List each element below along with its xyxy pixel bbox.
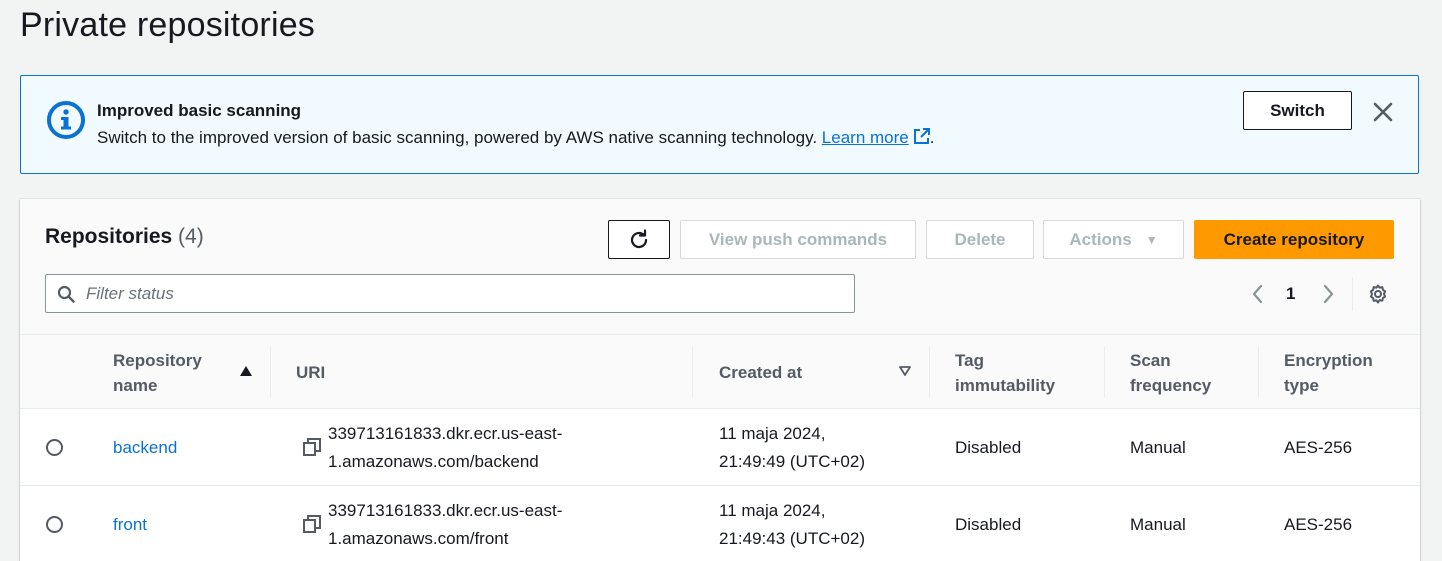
- header-line: Scan: [1130, 350, 1171, 370]
- repository-link[interactable]: backend: [113, 434, 177, 462]
- column-header-encryption-type: Encryption type: [1284, 335, 1404, 410]
- gear-icon: [1369, 284, 1387, 304]
- table-row[interactable]: backend 339713161833.dkr.ecr.us-east- 1.…: [20, 409, 1420, 486]
- header-line: Encryption: [1284, 350, 1373, 370]
- column-divider: [929, 347, 930, 397]
- chevron-left-icon: [1252, 284, 1263, 304]
- created-at-text: 11 maja 2024, 21:49:49 (UTC+02): [719, 420, 865, 476]
- page-number[interactable]: 1: [1286, 282, 1295, 306]
- created-line: 21:49:49 (UTC+02): [719, 451, 865, 471]
- panel-header: Repositories (4) View push commands Dele…: [20, 199, 1420, 334]
- banner-trailing: .: [929, 128, 935, 147]
- column-header-created-at[interactable]: Created at: [719, 335, 879, 410]
- encryption-type-cell: AES-256: [1284, 514, 1353, 534]
- column-header-repository-name[interactable]: Repository name: [113, 335, 253, 410]
- page: Private repositories Improved basic scan…: [0, 0, 1442, 561]
- repository-name-cell: backend: [113, 409, 177, 486]
- info-banner: Improved basic scanning Switch to the im…: [20, 75, 1419, 174]
- header-label: Created at: [719, 363, 803, 382]
- actions-label: Actions: [1069, 229, 1132, 249]
- column-divider: [692, 347, 693, 397]
- column-header-uri: URI: [296, 335, 396, 410]
- uri-text: 339713161833.dkr.ecr.us-east- 1.amazonaw…: [328, 497, 562, 553]
- refresh-button[interactable]: [608, 220, 670, 259]
- close-icon[interactable]: [1371, 100, 1395, 124]
- tag-immutability-cell: Disabled: [955, 514, 1022, 534]
- table-row[interactable]: front 339713161833.dkr.ecr.us-east- 1.am…: [20, 486, 1420, 561]
- created-line: 11 maja 2024,: [719, 500, 826, 520]
- header-label: Encryption type: [1284, 348, 1373, 398]
- pagination-divider: [1352, 277, 1353, 311]
- repository-link[interactable]: front: [113, 511, 147, 539]
- row-select-radio[interactable]: [46, 516, 63, 533]
- learn-more-label: Learn more: [821, 128, 909, 147]
- preferences-button[interactable]: [1367, 282, 1389, 306]
- banner-title: Improved basic scanning: [97, 101, 302, 120]
- encryption-type-cell: AES-256: [1284, 437, 1353, 457]
- copy-icon[interactable]: [303, 438, 321, 456]
- uri-line: 1.amazonaws.com/front: [328, 528, 509, 548]
- header-line: immutability: [955, 375, 1056, 395]
- refresh-icon: [630, 228, 648, 248]
- column-divider: [1258, 347, 1259, 397]
- header-label: Scan frequency: [1130, 348, 1211, 398]
- view-push-commands-button[interactable]: View push commands: [680, 220, 916, 259]
- created-line: 21:49:43 (UTC+02): [719, 528, 865, 548]
- uri-line: 339713161833.dkr.ecr.us-east-: [328, 500, 563, 520]
- uri-line: 339713161833.dkr.ecr.us-east-: [328, 423, 563, 443]
- scan-frequency-cell: Manual: [1130, 437, 1186, 457]
- header-line: Tag: [955, 350, 984, 370]
- copy-icon[interactable]: [303, 515, 321, 533]
- table-header: Repository name URI Created at Tag immut…: [20, 334, 1420, 409]
- learn-more-link[interactable]: Learn more: [822, 128, 930, 147]
- info-icon: [47, 101, 85, 139]
- created-at-text: 11 maja 2024, 21:49:43 (UTC+02): [719, 497, 865, 553]
- actions-dropdown[interactable]: Actions ▼: [1043, 220, 1184, 259]
- banner-text: Switch to the improved version of basic …: [97, 128, 818, 147]
- header-line: type: [1284, 375, 1319, 395]
- header-label: Tag immutability: [955, 348, 1055, 398]
- banner-body: Switch to the improved version of basic …: [97, 128, 934, 148]
- caret-down-icon: ▼: [1145, 232, 1158, 247]
- column-divider: [270, 347, 271, 397]
- search-icon: [57, 285, 75, 303]
- column-header-scan-frequency: Scan frequency: [1130, 335, 1260, 410]
- repository-count: (4): [178, 225, 204, 248]
- uri-cell: 339713161833.dkr.ecr.us-east- 1.amazonaw…: [328, 409, 562, 486]
- chevron-right-icon: [1323, 284, 1334, 304]
- delete-button[interactable]: Delete: [926, 220, 1034, 259]
- panel-title-text: Repositories: [45, 225, 173, 248]
- header-label: Repository name: [113, 348, 202, 398]
- header-line: name: [113, 375, 158, 395]
- external-link-icon: [913, 128, 930, 144]
- filter-input[interactable]: [86, 281, 826, 307]
- create-repository-button[interactable]: Create repository: [1194, 220, 1394, 259]
- column-header-tag-immutability: Tag immutability: [955, 335, 1095, 410]
- next-page-button[interactable]: [1320, 282, 1336, 306]
- created-at-cell: 11 maja 2024, 21:49:43 (UTC+02): [719, 486, 865, 561]
- header-line: Repository: [113, 350, 202, 370]
- page-title: Private repositories: [20, 6, 316, 44]
- created-at-cell: 11 maja 2024, 21:49:49 (UTC+02): [719, 409, 865, 486]
- repository-name-cell: front: [113, 486, 147, 561]
- scan-frequency-cell: Manual: [1130, 514, 1186, 534]
- created-line: 11 maja 2024,: [719, 423, 826, 443]
- sort-descending-icon[interactable]: [899, 366, 911, 376]
- panel-title: Repositories (4): [45, 225, 204, 249]
- uri-text: 339713161833.dkr.ecr.us-east- 1.amazonaw…: [328, 420, 562, 476]
- uri-cell: 339713161833.dkr.ecr.us-east- 1.amazonaw…: [328, 486, 562, 561]
- row-select-radio[interactable]: [46, 439, 63, 456]
- header-line: frequency: [1130, 375, 1212, 395]
- filter-field[interactable]: [45, 274, 855, 313]
- repositories-panel: Repositories (4) View push commands Dele…: [20, 199, 1420, 561]
- uri-line: 1.amazonaws.com/backend: [328, 451, 539, 471]
- tag-immutability-cell: Disabled: [955, 437, 1022, 457]
- column-divider: [1104, 347, 1105, 397]
- header-label: URI: [296, 363, 326, 382]
- switch-button[interactable]: Switch: [1243, 91, 1352, 130]
- previous-page-button[interactable]: [1250, 282, 1266, 306]
- sort-ascending-icon[interactable]: [239, 365, 253, 377]
